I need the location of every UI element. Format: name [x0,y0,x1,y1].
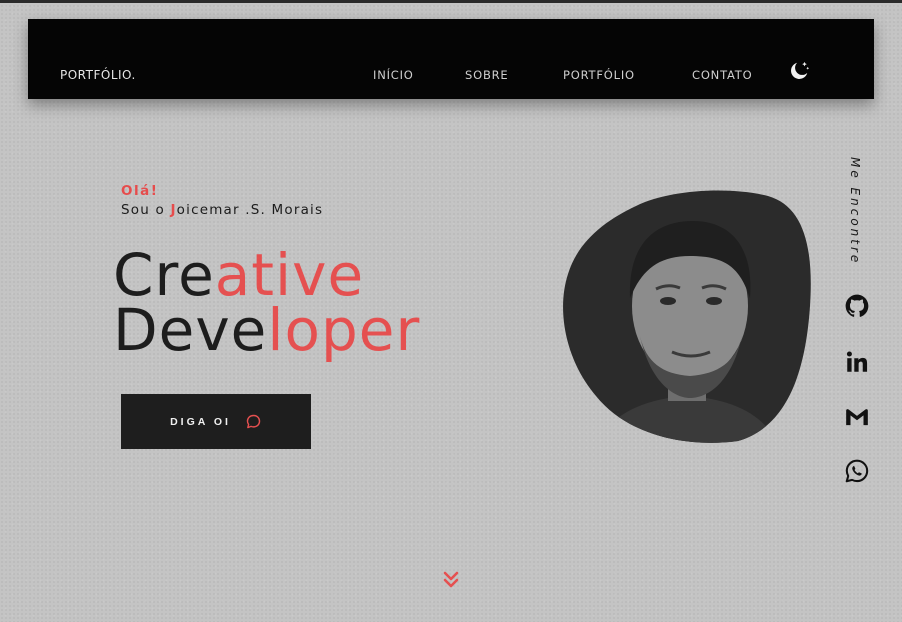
navbar: PORTFÓLIO. INÍCIO SOBRE PORTFÓLIO CONTAT… [28,19,874,99]
window-top-edge [0,0,902,3]
find-me-heading: Me Encontre [848,157,862,266]
greeting-text: Olá! [121,183,159,199]
double-chevron-down-icon[interactable] [441,570,461,590]
say-hi-button[interactable]: DIGA OI [121,394,311,449]
nav-link-portfolio[interactable]: PORTFÓLIO [563,68,635,82]
headline-developer: Developer [113,301,420,359]
whatsapp-icon[interactable] [844,458,870,484]
linkedin-icon[interactable] [844,349,870,375]
headline-developer-red: loper [267,296,421,364]
theme-toggle-moon-icon[interactable] [788,60,810,82]
nav-link-inicio[interactable]: INÍCIO [373,68,414,82]
profile-photo [563,190,811,443]
nav-link-sobre[interactable]: SOBRE [465,68,509,82]
intro-prefix: Sou o [121,202,171,218]
say-hi-label: DIGA OI [170,415,231,428]
gmail-icon[interactable] [844,404,870,430]
brand-logo[interactable]: PORTFÓLIO. [60,68,136,82]
github-icon[interactable] [844,293,870,319]
headline-developer-dark: Deve [113,296,268,364]
intro-text: Sou o Joicemar .S. Morais [121,202,323,218]
nav-link-contato[interactable]: CONTATO [692,68,752,82]
intro-name: oicemar .S. Morais [176,202,324,218]
chat-bubble-icon [246,414,261,429]
